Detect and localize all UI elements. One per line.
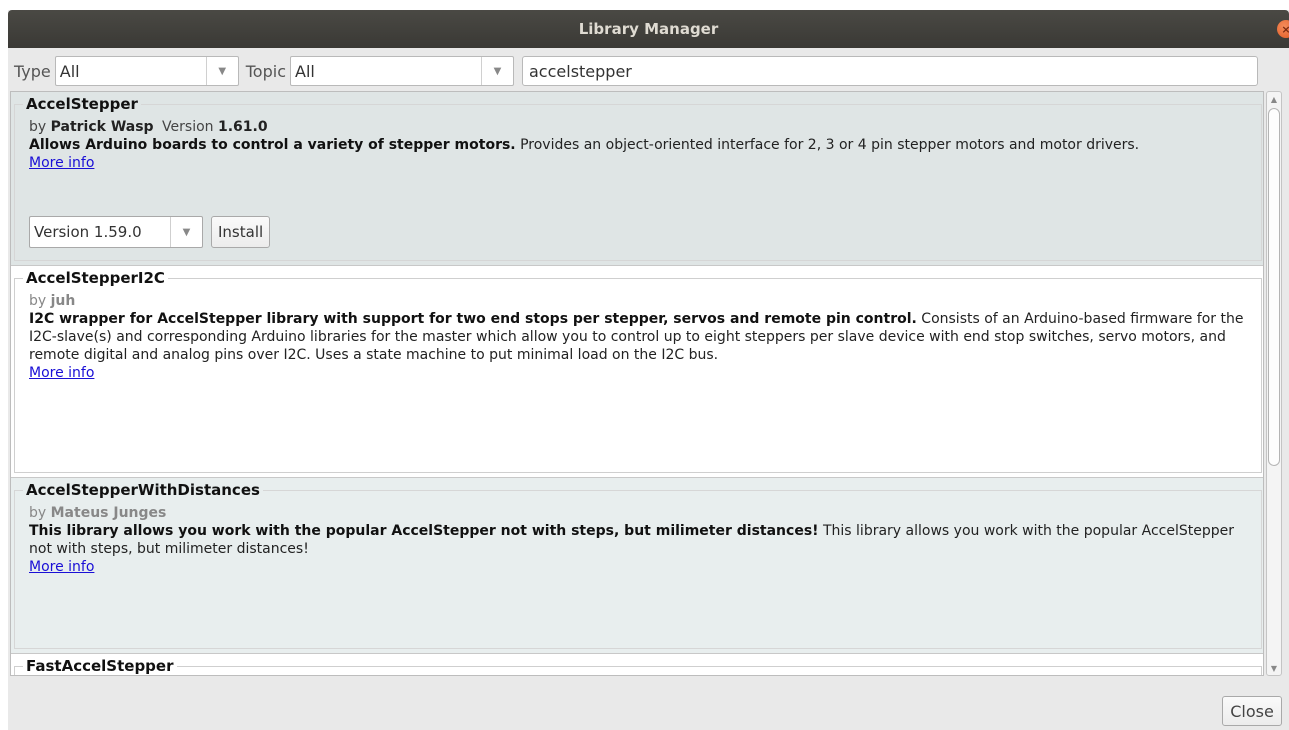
library-details: Provides an object-oriented interface fo…	[520, 137, 1140, 153]
more-info-link[interactable]: More info	[29, 155, 94, 171]
version-dropdown-value: Version 1.59.0	[34, 223, 142, 241]
version-label: Version	[162, 119, 214, 135]
library-entry-accelstepperi2c[interactable]: AccelStepperI2C by juh I2C wrapper for A…	[11, 266, 1263, 478]
by-prefix: by	[29, 505, 47, 521]
library-author: Mateus Junges	[50, 505, 167, 521]
library-summary: I2C wrapper for AccelStepper library wit…	[29, 311, 917, 327]
scroll-down-icon[interactable]: ▼	[1267, 661, 1281, 675]
library-body: by juh I2C wrapper for AccelStepper libr…	[29, 292, 1251, 382]
library-name: AccelStepperWithDistances	[23, 481, 263, 499]
library-description: This library allows you work with the po…	[29, 522, 1251, 558]
library-name: AccelStepper	[23, 95, 141, 113]
install-button[interactable]: Install	[211, 216, 271, 248]
close-button[interactable]: Close	[1222, 696, 1282, 726]
library-summary: This library allows you work with the po…	[29, 523, 819, 539]
library-entry-fastaccelstepper[interactable]: FastAccelStepper	[11, 654, 1263, 675]
by-prefix: by	[29, 119, 47, 135]
topic-dropdown[interactable]: All ▼	[290, 56, 514, 86]
type-dropdown[interactable]: All ▼	[54, 56, 239, 86]
search-input[interactable]: accelstepper	[522, 56, 1258, 86]
library-author-line: by Patrick Wasp Version 1.61.0	[29, 118, 1251, 136]
library-author: Patrick Wasp	[50, 119, 154, 135]
library-entry-accelstepper[interactable]: AccelStepper by Patrick Wasp Version 1.6…	[11, 92, 1263, 266]
scroll-up-icon[interactable]: ▲	[1267, 92, 1281, 106]
by-prefix: by	[29, 293, 47, 309]
library-summary: Allows Arduino boards to control a varie…	[29, 137, 516, 153]
library-body: by Patrick Wasp Version 1.61.0 Allows Ar…	[29, 118, 1251, 172]
library-name: AccelStepperI2C	[23, 269, 168, 287]
entry-frame	[14, 666, 1262, 675]
more-info-link[interactable]: More info	[29, 559, 94, 575]
library-description: I2C wrapper for AccelStepper library wit…	[29, 310, 1251, 364]
library-entry-accelstepperwithdistances[interactable]: AccelStepperWithDistances by Mateus Jung…	[11, 478, 1263, 654]
filter-bar: Type All ▼ Topic All ▼ accelstepper	[8, 48, 1289, 94]
scrollbar-thumb[interactable]	[1268, 108, 1280, 466]
library-list[interactable]: AccelStepper by Patrick Wasp Version 1.6…	[10, 91, 1264, 676]
chevron-down-icon: ▼	[205, 57, 238, 85]
library-author: juh	[50, 293, 76, 309]
more-info-link[interactable]: More info	[29, 365, 94, 381]
window-close-icon[interactable]: ×	[1277, 20, 1289, 38]
library-version: 1.61.0	[217, 119, 268, 135]
window-title: Library Manager	[578, 20, 719, 38]
library-name: FastAccelStepper	[23, 657, 177, 675]
type-dropdown-value: All	[59, 61, 80, 81]
title-bar: Library Manager ×	[8, 10, 1289, 48]
chevron-down-icon: ▼	[481, 57, 513, 85]
topic-label: Topic	[245, 61, 286, 81]
library-description: Allows Arduino boards to control a varie…	[29, 136, 1251, 154]
version-dropdown[interactable]: Version 1.59.0 ▼	[29, 216, 203, 248]
chevron-down-icon: ▼	[170, 217, 202, 247]
library-author-line: by Mateus Junges	[29, 504, 1251, 522]
vertical-scrollbar[interactable]: ▲ ▼	[1266, 91, 1282, 676]
install-controls: Version 1.59.0 ▼ Install	[29, 216, 271, 248]
library-body: by Mateus Junges This library allows you…	[29, 504, 1251, 576]
topic-dropdown-value: All	[295, 61, 315, 81]
library-author-line: by juh	[29, 292, 1251, 310]
type-label: Type	[14, 61, 51, 81]
